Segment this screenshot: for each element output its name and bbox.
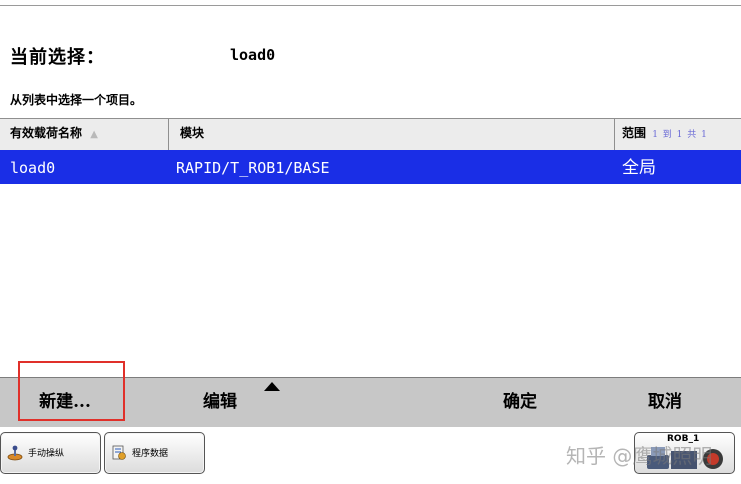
top-divider <box>0 5 741 6</box>
sort-ascending-icon: ▲ <box>90 129 98 140</box>
program-data-icon <box>112 445 126 460</box>
joystick-icon <box>7 445 23 461</box>
taskbar-manual-jog-label: 手动操纵 <box>28 449 65 459</box>
highlight-box <box>18 361 125 421</box>
column-header-module[interactable]: 模块 <box>180 119 204 150</box>
column-divider[interactable] <box>168 119 169 150</box>
taskbar-manual-jog[interactable]: 手动操纵 <box>0 432 101 474</box>
cancel-button[interactable]: 取消 <box>630 378 700 427</box>
row-module-cell: RAPID/T_ROB1/BASE <box>176 159 330 177</box>
row-scope-cell: 全局 <box>622 158 656 178</box>
table-header: 有效载荷名称 ▲ 模块 范围 1 到 1 共 1 <box>0 118 741 151</box>
current-selection-label: 当前选择： <box>10 47 105 68</box>
watermark-text: 知乎 @鹰城照明 <box>566 444 713 468</box>
column-divider[interactable] <box>614 119 615 150</box>
row-range-indicator: 1 到 1 共 1 <box>652 130 708 140</box>
column-header-scope-label: 范围 <box>622 126 647 140</box>
taskbar-program-data-label: 程序数据 <box>132 449 169 459</box>
column-header-module-label: 模块 <box>180 126 205 140</box>
edit-button[interactable]: 编辑 <box>185 378 255 427</box>
current-selection-value: load0 <box>230 46 276 64</box>
row-name-cell: load0 <box>10 159 56 177</box>
column-header-name[interactable]: 有效载荷名称 ▲ <box>10 119 98 150</box>
payload-table: 有效载荷名称 ▲ 模块 范围 1 到 1 共 1 load0 RAPID/T_R… <box>0 118 741 376</box>
menu-up-arrow-icon <box>264 382 280 391</box>
taskbar-program-data[interactable]: 程序数据 <box>104 432 205 474</box>
column-header-name-label: 有效载荷名称 <box>10 126 83 140</box>
column-header-scope[interactable]: 范围 1 到 1 共 1 <box>622 119 708 150</box>
ok-button[interactable]: 确定 <box>480 378 560 427</box>
table-row[interactable]: load0 RAPID/T_ROB1/BASE 全局 <box>0 150 741 184</box>
instruction-text: 从列表中选择一个项目。 <box>10 93 143 107</box>
